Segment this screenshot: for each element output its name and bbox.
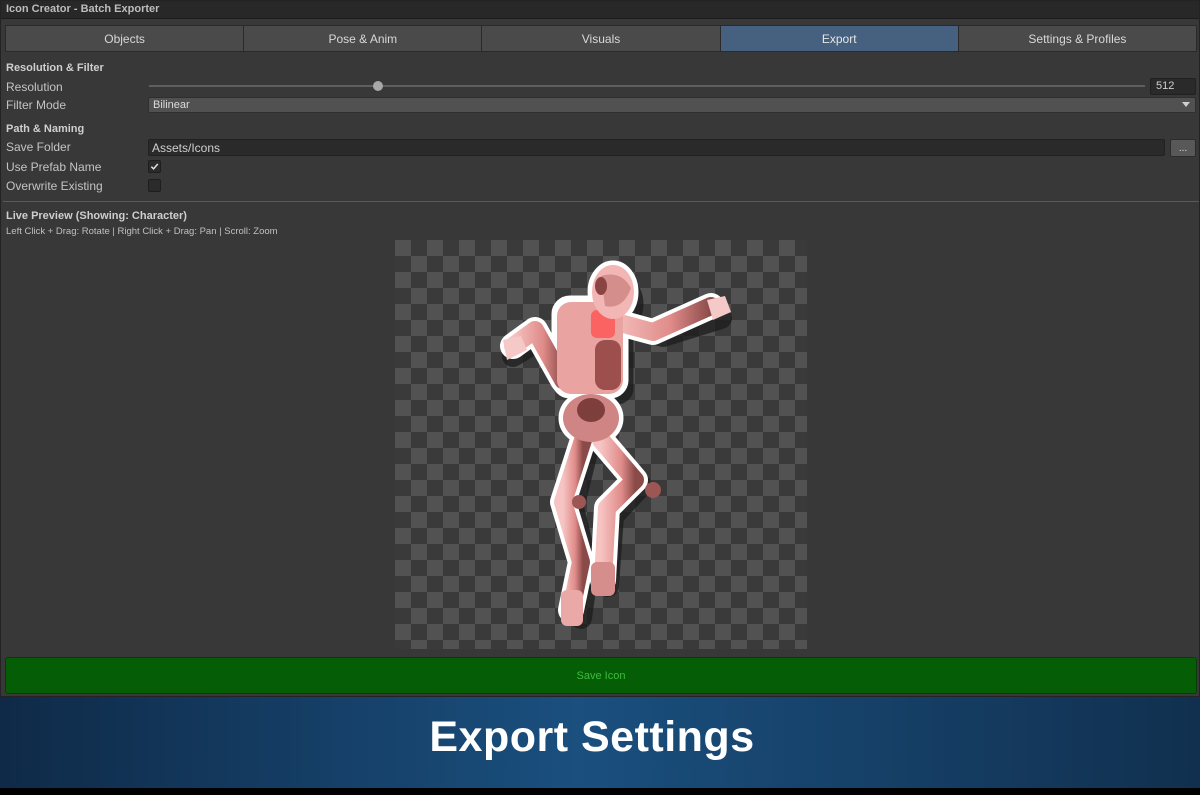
tab-settings-profiles[interactable]: Settings & Profiles (957, 25, 1198, 52)
save-folder-label: Save Folder (6, 140, 71, 154)
window-title: Icon Creator - Batch Exporter (6, 3, 160, 15)
use-prefab-name-label: Use Prefab Name (6, 160, 102, 174)
resolution-value-field[interactable]: 512 (1150, 78, 1196, 95)
chevron-down-icon (1182, 102, 1190, 107)
preview-controls-hint: Left Click + Drag: Rotate | Right Click … (6, 226, 278, 237)
bottom-strip (0, 788, 1200, 795)
tab-bar: Objects Pose & Anim Visuals Export Setti… (5, 25, 1198, 52)
preview-title: Live Preview (Showing: Character) (6, 210, 187, 222)
save-folder-field[interactable]: Assets/Icons (148, 139, 1165, 156)
checkmark-icon (150, 163, 159, 170)
resolution-slider-thumb[interactable] (373, 81, 384, 91)
path-naming-header: Path & Naming (6, 123, 85, 135)
filter-mode-label: Filter Mode (6, 98, 67, 112)
tab-export[interactable]: Export (719, 25, 958, 52)
tab-objects[interactable]: Objects (5, 25, 244, 52)
browse-folder-button[interactable]: ... (1170, 139, 1196, 157)
use-prefab-name-checkbox[interactable] (148, 160, 161, 173)
resolution-slider[interactable] (149, 85, 1145, 87)
banner-caption: Export Settings (429, 713, 755, 761)
filter-mode-value: Bilinear (153, 99, 190, 111)
resolution-filter-header: Resolution & Filter (6, 62, 104, 74)
save-icon-button[interactable]: Save Icon (5, 657, 1197, 694)
filter-mode-dropdown[interactable]: Bilinear (148, 97, 1196, 113)
window-titlebar: Icon Creator - Batch Exporter (1, 1, 1199, 19)
tab-visuals[interactable]: Visuals (481, 25, 720, 52)
caption-banner: Export Settings (0, 697, 1200, 788)
live-preview-viewport[interactable] (395, 240, 807, 649)
icon-creator-window: Icon Creator - Batch Exporter Objects Po… (0, 0, 1200, 697)
resolution-label: Resolution (6, 80, 63, 94)
section-divider (3, 201, 1199, 202)
overwrite-existing-label: Overwrite Existing (6, 179, 103, 193)
character-render (500, 260, 732, 629)
overwrite-existing-checkbox[interactable] (148, 179, 161, 192)
tab-pose-anim[interactable]: Pose & Anim (243, 25, 482, 52)
